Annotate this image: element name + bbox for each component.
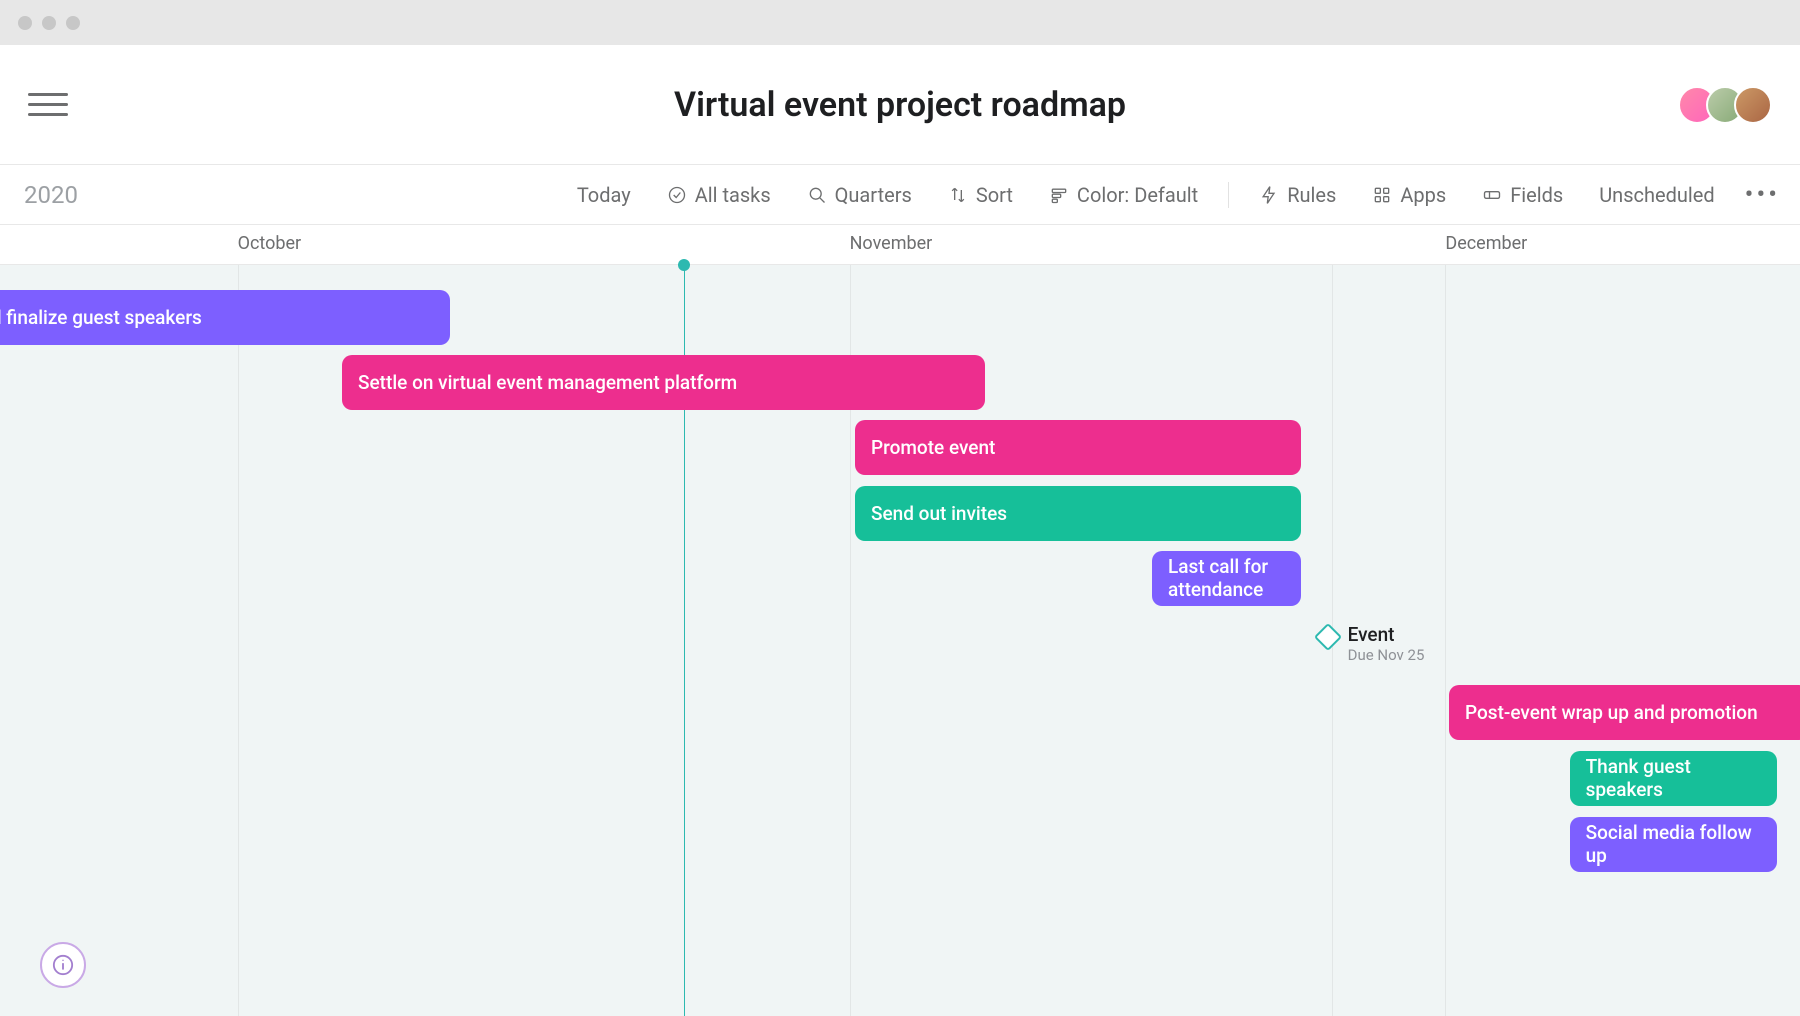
window-title-bar	[0, 0, 1800, 45]
avatar[interactable]	[1734, 86, 1772, 124]
today-button[interactable]: Today	[577, 183, 631, 207]
timeline-toolbar: 2020 Today All tasks Quarters Sort Color…	[0, 165, 1800, 225]
apps-icon	[1372, 185, 1392, 205]
task-bar[interactable]: Post-event wrap up and promotion	[1449, 685, 1800, 740]
all-tasks-filter[interactable]: All tasks	[667, 183, 771, 207]
unscheduled-label: Unscheduled	[1599, 183, 1714, 207]
rules-label: Rules	[1287, 183, 1336, 207]
traffic-light-close[interactable]	[18, 16, 32, 30]
menu-button[interactable]	[28, 85, 68, 125]
milestone-due: Due Nov 25	[1348, 646, 1425, 664]
task-label: Send out invites	[871, 502, 1007, 525]
task-label: Promote event	[871, 436, 995, 459]
milestone-label: Event	[1348, 623, 1425, 646]
task-label: Plan venue and finalize guest speakers	[0, 306, 202, 329]
milestone-icon	[1313, 623, 1341, 651]
info-icon	[52, 954, 74, 976]
milestone[interactable]: Event Due Nov 25	[1318, 623, 1425, 664]
traffic-light-minimize[interactable]	[42, 16, 56, 30]
task-label: Post-event wrap up and promotion	[1465, 701, 1758, 724]
fields-icon	[1482, 185, 1502, 205]
month-header-row: October November December	[0, 225, 1800, 265]
traffic-light-zoom[interactable]	[66, 16, 80, 30]
lightning-icon	[1259, 185, 1279, 205]
avatar-stack[interactable]	[1688, 86, 1772, 124]
year-label: 2020	[20, 181, 78, 209]
month-label: October	[238, 233, 302, 254]
help-button[interactable]	[40, 942, 86, 988]
color-button[interactable]: Color: Default	[1049, 183, 1198, 207]
task-bar[interactable]: Last call for attendance	[1152, 551, 1301, 606]
task-bar[interactable]: Promote event	[855, 420, 1301, 475]
task-label: Social media follow up	[1586, 822, 1761, 868]
task-bar[interactable]: Send out invites	[855, 486, 1301, 541]
sort-button[interactable]: Sort	[948, 183, 1013, 207]
magnifier-icon	[807, 185, 827, 205]
task-bar[interactable]: Social media follow up	[1570, 817, 1777, 872]
task-label: Settle on virtual event management platf…	[358, 371, 737, 394]
palette-icon	[1049, 185, 1069, 205]
sort-label: Sort	[976, 183, 1013, 207]
app-header: Virtual event project roadmap	[0, 45, 1800, 165]
toolbar-separator	[1228, 182, 1229, 208]
unscheduled-button[interactable]: Unscheduled	[1599, 183, 1714, 207]
page-title: Virtual event project roadmap	[674, 85, 1126, 125]
apps-button[interactable]: Apps	[1372, 183, 1446, 207]
all-tasks-label: All tasks	[695, 183, 771, 207]
overflow-menu[interactable]: •••	[1745, 180, 1780, 210]
fields-button[interactable]: Fields	[1482, 183, 1563, 207]
quarters-label: Quarters	[835, 183, 912, 207]
apps-label: Apps	[1400, 183, 1446, 207]
month-gridline	[238, 265, 239, 1016]
check-circle-icon	[667, 185, 687, 205]
fields-label: Fields	[1510, 183, 1563, 207]
task-bar[interactable]: Plan venue and finalize guest speakers	[0, 290, 450, 345]
task-label: Thank guest speakers	[1586, 756, 1761, 802]
color-label: Color: Default	[1077, 183, 1198, 207]
month-label: November	[850, 233, 933, 254]
task-label: Last call for attendance	[1168, 556, 1285, 602]
task-bar[interactable]: Settle on virtual event management platf…	[342, 355, 985, 410]
sort-icon	[948, 185, 968, 205]
task-bar[interactable]: Thank guest speakers	[1570, 751, 1777, 806]
month-gridline	[1445, 265, 1446, 1016]
month-label: December	[1445, 233, 1527, 254]
quarters-zoom[interactable]: Quarters	[807, 183, 912, 207]
today-label: Today	[577, 183, 631, 207]
rules-button[interactable]: Rules	[1259, 183, 1336, 207]
today-indicator-icon	[678, 259, 690, 271]
timeline-canvas[interactable]: October November December Plan venue and…	[0, 225, 1800, 1016]
